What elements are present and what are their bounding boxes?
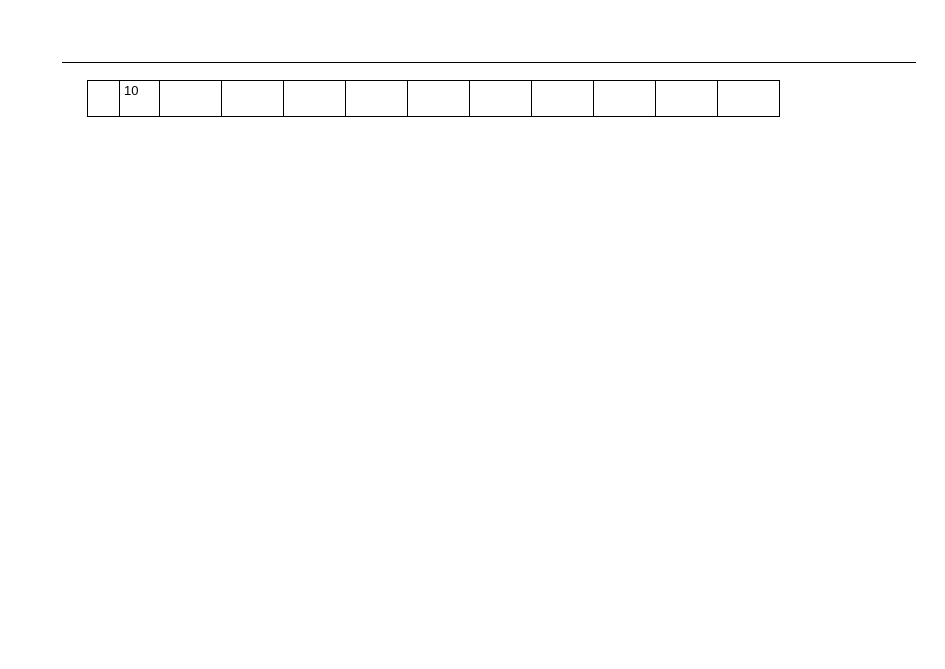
table-cell [222,81,284,117]
table-cell [284,81,346,117]
table-cell [718,81,780,117]
horizontal-rule [62,62,916,63]
table-cell [346,81,408,117]
table-cell [408,81,470,117]
table-cell [532,81,594,117]
table-cell [470,81,532,117]
table-row: 10 [88,81,780,117]
table-cell [656,81,718,117]
table-cell [160,81,222,117]
table-container: 10 [87,80,780,117]
document-page: 10 [0,0,945,669]
table-cell: 10 [120,81,160,117]
table-cell [88,81,120,117]
table-cell [594,81,656,117]
data-table: 10 [87,80,780,117]
